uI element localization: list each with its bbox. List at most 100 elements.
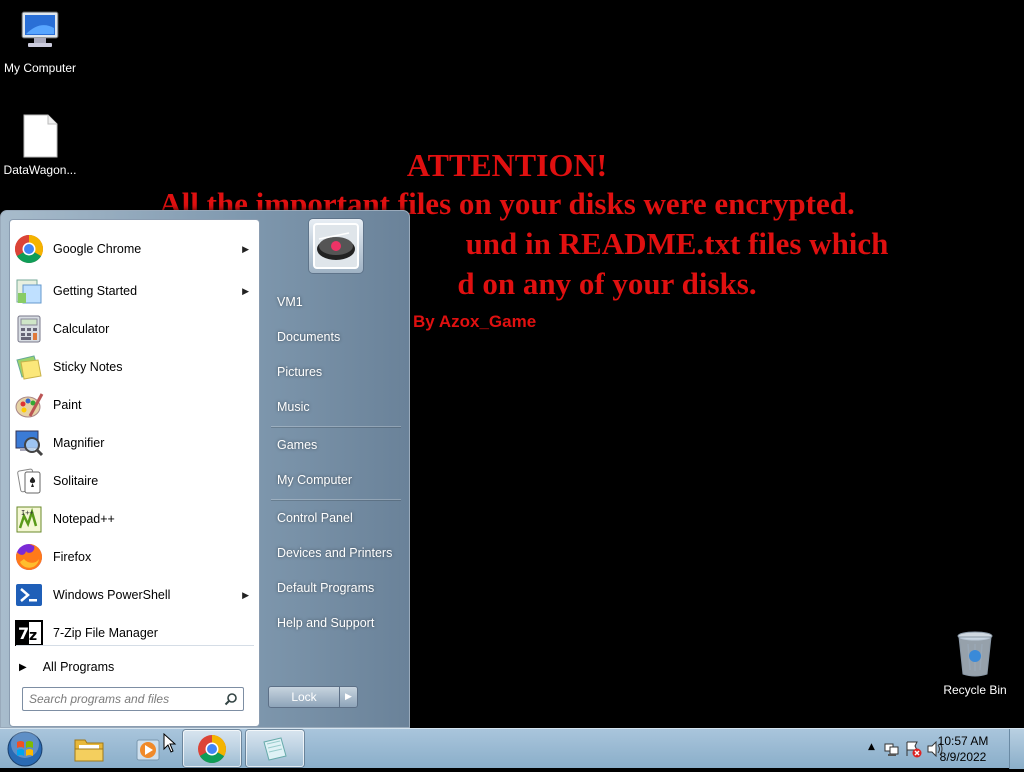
user-avatar[interactable] [309,219,363,273]
svg-text:7: 7 [18,624,29,643]
program-label: Windows PowerShell [53,588,171,602]
start-item-label: My Computer [277,473,353,487]
computer-icon [21,11,59,47]
show-desktop-button[interactable] [1009,729,1024,769]
media-player-icon [136,739,160,760]
start-item-label: Documents [277,330,341,344]
start-item-label: VM1 [277,295,303,309]
search-input[interactable]: Search programs and files [22,687,244,711]
lock-label: Lock [291,690,317,704]
program-paint[interactable]: Paint [10,387,259,423]
taskbar-notepad[interactable] [246,730,304,767]
magnifier-icon [13,427,45,459]
submenu-arrow-icon: ▶ [242,589,249,600]
play-arrow-icon: ▶ [19,661,27,673]
start-item-help-and-support[interactable]: Help and Support [268,608,402,638]
start-item-pictures[interactable]: Pictures [268,357,402,387]
start-item-music[interactable]: Music [268,392,402,422]
windows-logo-icon [7,730,43,767]
program-label: Solitaire [53,474,99,488]
paint-icon [13,389,45,421]
program-windows-powershell[interactable]: Windows PowerShell ▶ [10,577,259,613]
start-item-devices-and-printers[interactable]: Devices and Printers [268,538,402,568]
ransom-line-attention: ATTENTION! [406,147,608,183]
program-label: Firefox [53,550,92,564]
shutdown-options-button[interactable]: ▶ [339,686,358,708]
system-tray: ▲ 10:57 AM 8/9/2022 [834,729,1024,769]
network-icon[interactable] [884,741,900,757]
chrome-icon [13,233,45,265]
program-label: 7-Zip File Manager [53,626,158,640]
program-label: Calculator [53,322,110,336]
start-item-vm1[interactable]: VM1 [268,287,402,317]
clock[interactable]: 10:57 AM 8/9/2022 [928,733,998,765]
submenu-arrow-icon: ▶ [242,285,249,296]
mouse-cursor-icon [163,733,177,753]
chrome-icon [198,734,226,763]
start-item-label: Games [277,438,318,452]
search-placeholder: Search programs and files [29,692,170,706]
taskbar-chrome[interactable] [183,730,241,767]
start-item-control-panel[interactable]: Control Panel [268,503,402,533]
clock-date: 8/9/2022 [939,750,987,764]
start-item-label: Control Panel [277,511,353,525]
desktop-icon-my-computer[interactable]: My Computer [0,8,80,75]
notepadpp-icon: I++ [13,503,45,535]
powershell-icon [13,579,45,611]
program-notepadpp[interactable]: I++ Notepad++ [10,501,259,537]
start-menu: Google Chrome ▶ Getting Started ▶ Calcul… [0,210,410,728]
start-item-label: Pictures [277,365,323,379]
program-getting-started[interactable]: Getting Started ▶ [10,273,259,309]
separator [271,426,401,427]
all-programs-label: All Programs [42,660,115,674]
start-item-documents[interactable]: Documents [268,322,402,352]
program-label: Sticky Notes [53,360,123,374]
separator [271,499,401,500]
user-picture-icon [313,223,359,269]
getting-started-icon [13,275,45,307]
recycle-bin-icon [957,631,993,677]
program-label: Getting Started [53,284,138,298]
lock-button[interactable]: Lock [268,686,340,708]
start-item-label: Help and Support [277,616,375,630]
desktop-icon-label: My Computer [3,61,77,75]
start-button[interactable] [5,730,45,768]
ransom-byline: By Azox_Game [413,312,537,331]
show-hidden-icons-chevron-up-icon[interactable]: ▲ [868,742,875,752]
start-menu-programs-pane: Google Chrome ▶ Getting Started ▶ Calcul… [9,219,260,727]
program-label: Magnifier [53,436,105,450]
start-item-label: Devices and Printers [277,546,393,560]
start-item-label: Music [277,400,310,414]
start-item-label: Default Programs [277,581,375,595]
desktop-icon-recycle-bin[interactable]: Recycle Bin [935,630,1015,697]
start-item-my-computer[interactable]: My Computer [268,465,402,495]
sticky-notes-icon [13,351,45,383]
start-item-games[interactable]: Games [268,430,402,460]
all-programs-button[interactable]: ▶ All Programs [10,652,259,682]
program-sticky-notes[interactable]: Sticky Notes [10,349,259,385]
program-solitaire[interactable]: Solitaire [10,463,259,499]
solitaire-icon [13,465,45,497]
explorer-icon [74,739,104,761]
submenu-arrow-icon: ▶ [242,243,249,254]
action-center-icon[interactable] [904,740,922,758]
firefox-icon [13,541,45,573]
program-label: Google Chrome [53,242,142,256]
taskbar: ▲ 10:57 AM 8/9/2022 [0,728,1024,769]
notepad-icon [263,736,287,761]
clock-time: 10:57 AM [937,734,989,748]
svg-text:z: z [29,628,37,644]
search-icon[interactable] [224,692,238,709]
program-label: Paint [53,398,82,412]
calculator-icon [13,313,45,345]
taskbar-explorer[interactable] [60,730,118,767]
program-firefox[interactable]: Firefox [10,539,259,575]
program-magnifier[interactable]: Magnifier [10,425,259,461]
desktop-icon-label: Recycle Bin [943,683,1007,697]
start-item-default-programs[interactable]: Default Programs [268,573,402,603]
svg-text:I++: I++ [21,509,34,517]
program-google-chrome[interactable]: Google Chrome ▶ [10,231,259,267]
separator [16,645,254,646]
program-calculator[interactable]: Calculator [10,311,259,347]
program-label: Notepad++ [53,512,115,526]
